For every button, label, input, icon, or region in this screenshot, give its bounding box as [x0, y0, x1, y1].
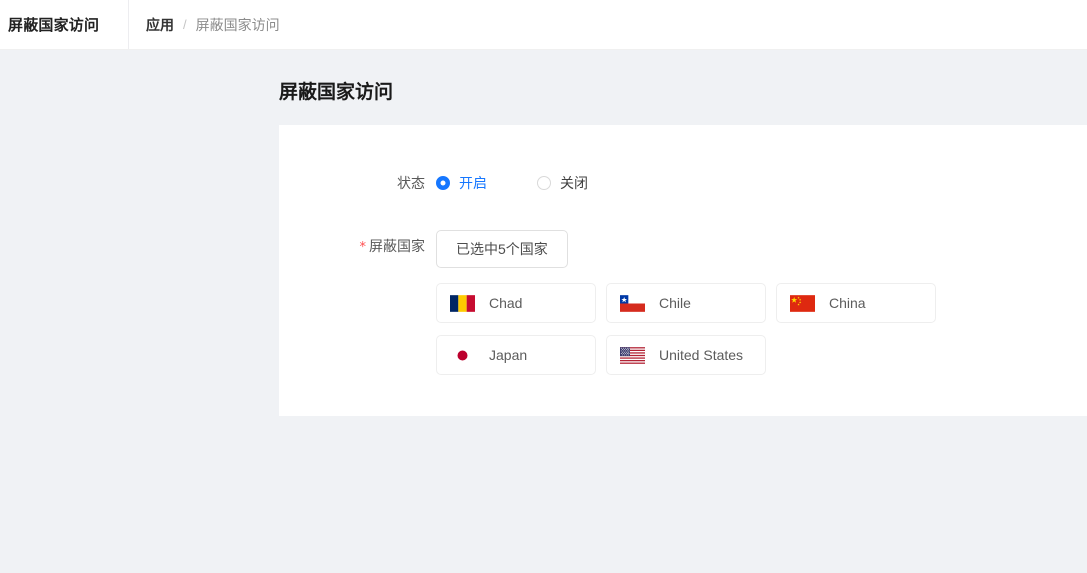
country-card-china[interactable]: China [776, 283, 936, 323]
china-flag-icon [790, 294, 815, 312]
radio-off-indicator[interactable] [537, 176, 551, 190]
country-card-chile[interactable]: Chile [606, 283, 766, 323]
blocked-countries-control: 已选中5个国家 Chad Chile China Japan United St… [436, 230, 1087, 387]
country-name: Chad [489, 295, 523, 311]
form-row-status: 状态 开启 关闭 [279, 145, 1087, 199]
country-name: Japan [489, 347, 528, 363]
country-card-united-states[interactable]: United States [606, 335, 766, 375]
japan-flag-icon [450, 346, 475, 364]
page-title: 屏蔽国家访问 [279, 82, 394, 103]
radio-off-label: 关闭 [560, 175, 588, 191]
blocked-countries-label: * 屏蔽国家 [279, 230, 436, 262]
breadcrumb: 应用 / 屏蔽国家访问 [129, 0, 1087, 49]
selected-countries-list: Chad Chile China Japan United States [436, 283, 956, 387]
breadcrumb-item-root[interactable]: 应用 [146, 15, 174, 35]
radio-on-indicator[interactable] [436, 176, 450, 190]
select-countries-button[interactable]: 已选中5个国家 [436, 230, 568, 268]
status-label: 状态 [397, 175, 425, 191]
status-control: 开启 关闭 [436, 167, 1087, 199]
status-radio-group: 开启 关闭 [436, 167, 1087, 199]
chad-flag-icon [450, 294, 475, 312]
page-content: 屏蔽国家访问 状态 开启 关闭 * 屏蔽国家 已选中5个国家 Chad Chil… [0, 50, 1087, 416]
country-card-chad[interactable]: Chad [436, 283, 596, 323]
united-states-flag-icon [620, 346, 645, 364]
country-card-japan[interactable]: Japan [436, 335, 596, 375]
country-name: Chile [659, 295, 691, 311]
chile-flag-icon [620, 294, 645, 312]
required-marker-icon: * [359, 239, 367, 255]
radio-on-label: 开启 [459, 175, 487, 191]
top-header-bar: 屏蔽国家访问 应用 / 屏蔽国家访问 [0, 0, 1087, 50]
breadcrumb-item-current: 屏蔽国家访问 [195, 16, 280, 33]
radio-option-on[interactable]: 开启 [436, 176, 487, 190]
form-row-blocked-countries: * 屏蔽国家 已选中5个国家 Chad Chile China Japan Un… [279, 199, 1087, 387]
blocked-countries-label-text: 屏蔽国家 [369, 238, 425, 254]
country-name: China [829, 295, 866, 311]
radio-option-off[interactable]: 关闭 [537, 176, 588, 190]
breadcrumb-separator: / [183, 17, 187, 32]
app-name: 屏蔽国家访问 [8, 17, 100, 34]
settings-panel: 状态 开启 关闭 * 屏蔽国家 已选中5个国家 Chad Chile China… [279, 125, 1087, 416]
country-name: United States [659, 347, 744, 363]
app-logo-zone: 屏蔽国家访问 [0, 0, 129, 49]
